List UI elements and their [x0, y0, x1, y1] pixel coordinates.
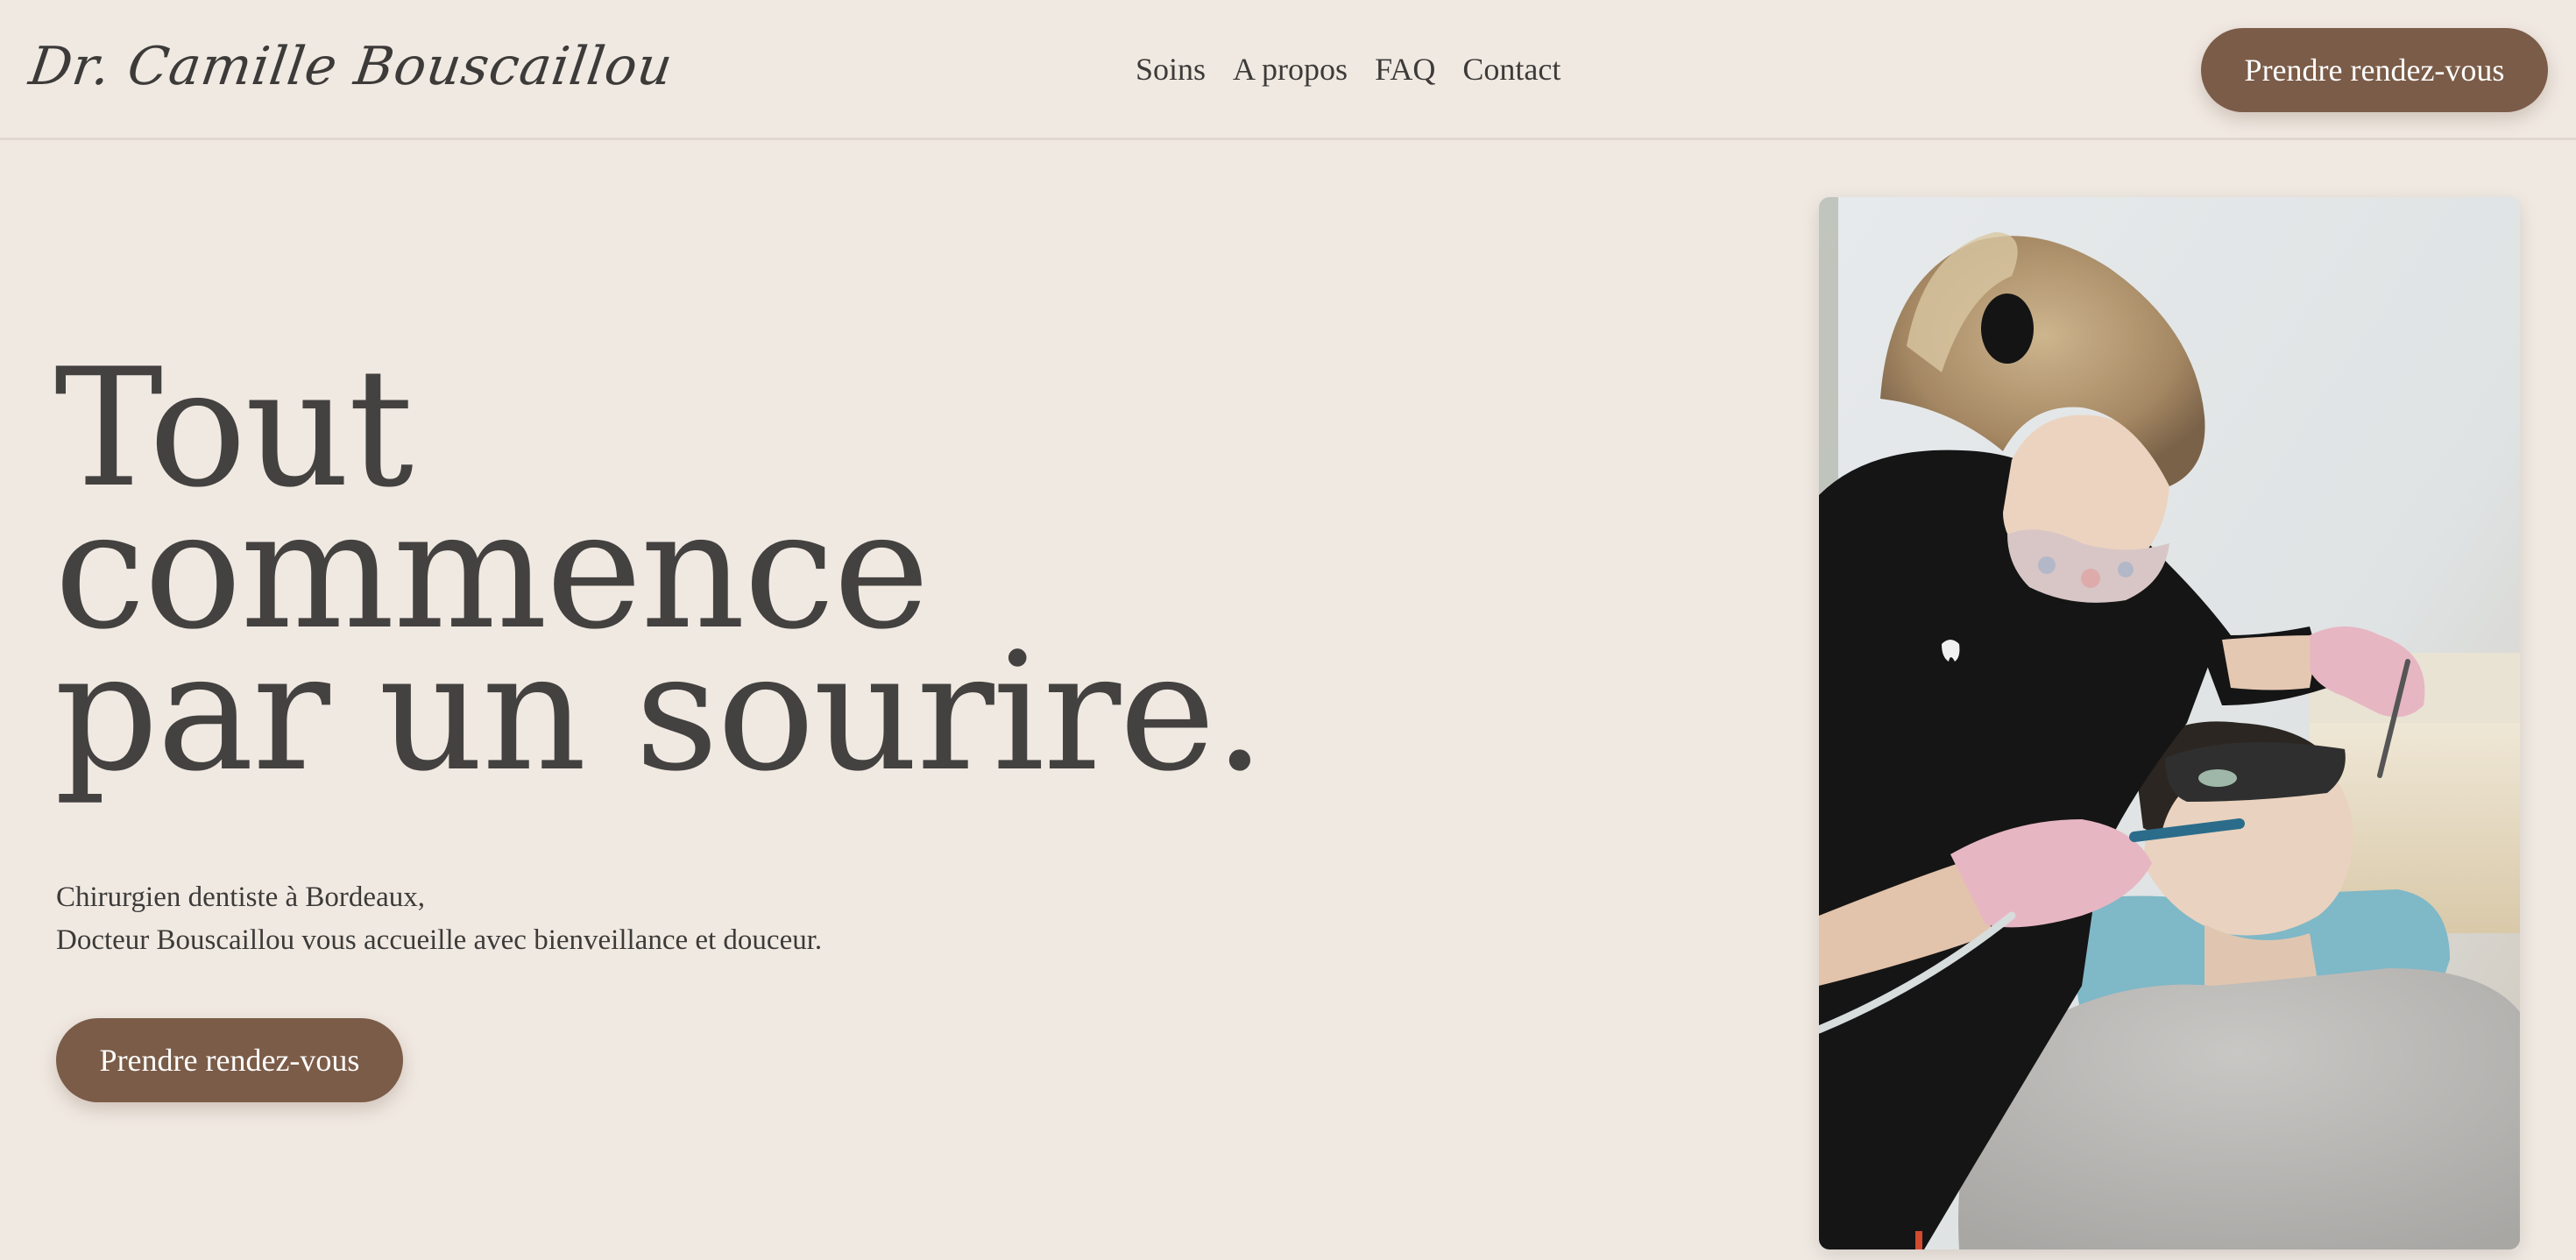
hero-subtitle: Chirurgien dentiste à Bordeaux, Docteur … [56, 876, 822, 962]
hero-appointment-button[interactable]: Prendre rendez-vous [56, 1018, 403, 1102]
dentist-photo-illustration [1819, 197, 2520, 1249]
hero-appointment-button-label: Prendre rendez-vous [99, 1043, 360, 1078]
site-logo[interactable]: Dr. Camille Bouscaillou [25, 30, 677, 103]
nav-link-soins[interactable]: Soins [1136, 47, 1206, 91]
nav-link-a-propos[interactable]: A propos [1233, 47, 1348, 91]
hero-title-line-3: par un sourire. [54, 617, 1265, 807]
main-nav: Soins A propos FAQ Contact [1136, 47, 1560, 91]
nav-link-faq[interactable]: FAQ [1375, 47, 1435, 91]
hero-photo [1819, 197, 2520, 1249]
header-appointment-button-label: Prendre rendez-vous [2244, 53, 2505, 88]
header-appointment-button[interactable]: Prendre rendez-vous [2201, 28, 2548, 112]
hero-title: Tout commence par un sourire. [54, 347, 1265, 807]
page: Dr. Camille Bouscaillou Soins A propos F… [0, 0, 2576, 1260]
nav-link-contact[interactable]: Contact [1462, 47, 1560, 91]
hero-subtitle-line-1: Chirurgien dentiste à Bordeaux, [56, 881, 425, 913]
site-header: Dr. Camille Bouscaillou Soins A propos F… [0, 0, 2576, 140]
hero-subtitle-line-2: Docteur Bouscaillou vous accueille avec … [56, 924, 823, 956]
